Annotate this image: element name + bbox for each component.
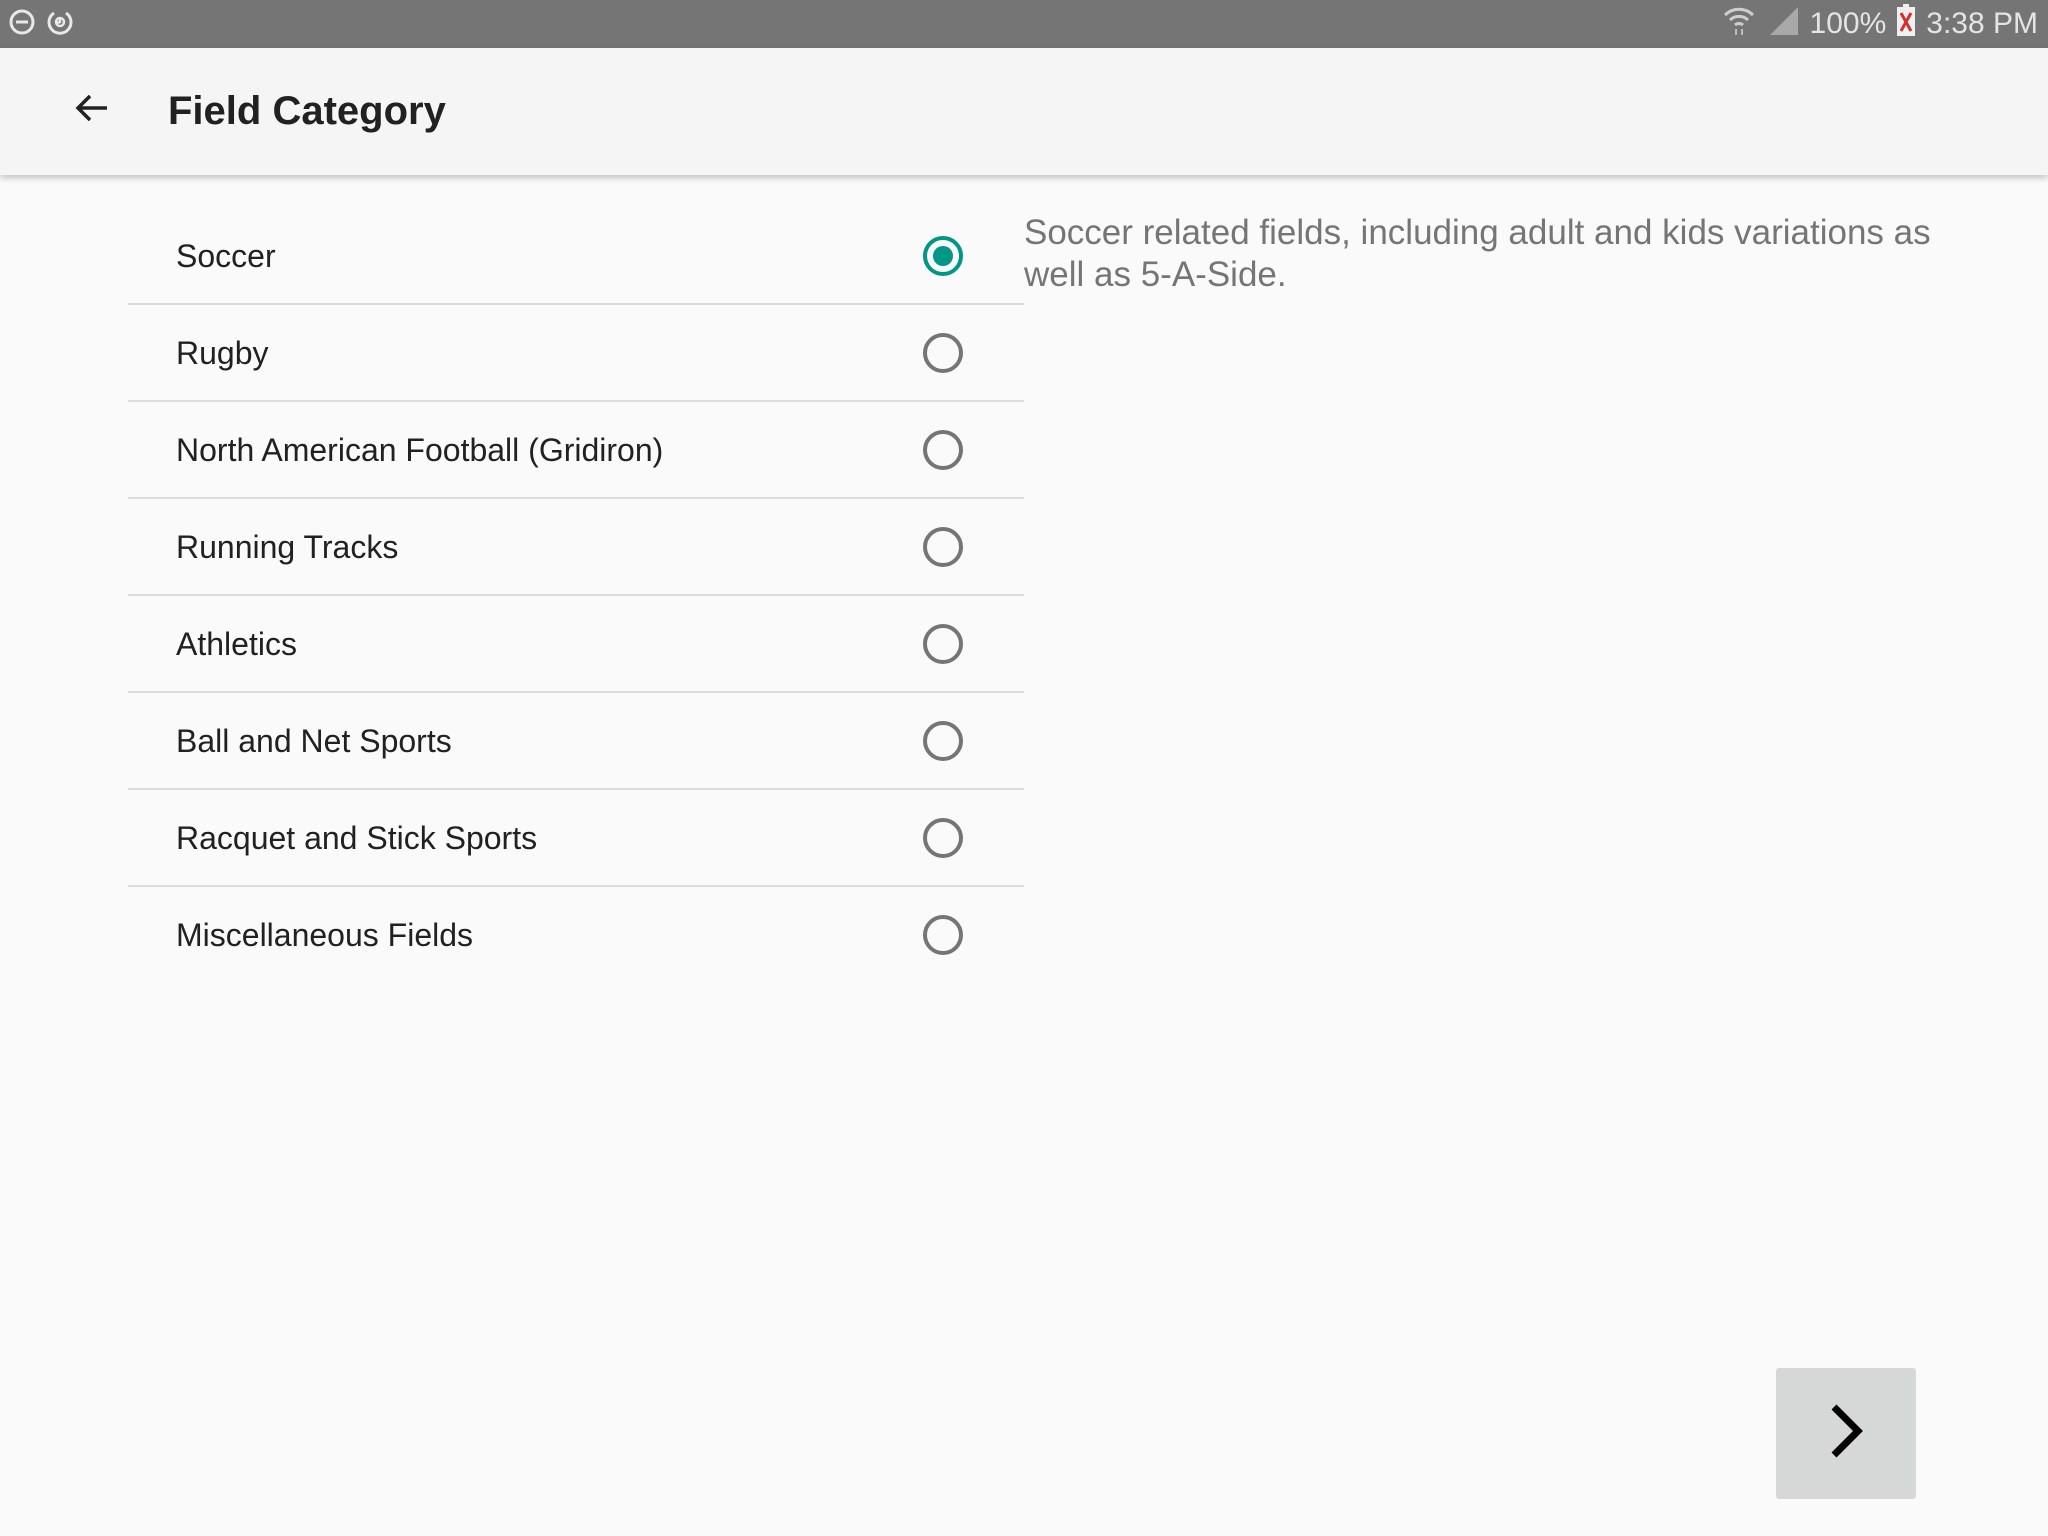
clock: 3:38 PM — [1926, 7, 2038, 40]
radio-button[interactable] — [923, 915, 963, 955]
category-label: Racquet and Stick Sports — [176, 820, 538, 856]
radio-button[interactable] — [923, 624, 963, 664]
category-label: North American Football (Gridiron) — [176, 432, 664, 468]
back-button[interactable] — [60, 78, 124, 142]
arrow-back-icon — [74, 90, 110, 131]
status-bar-left-icons — [8, 8, 74, 41]
do-not-disturb-icon — [8, 8, 36, 41]
status-bar: 100% 3:38 PM — [0, 0, 2048, 48]
category-item-running-tracks[interactable]: Running Tracks — [128, 499, 1024, 596]
status-bar-right: 100% 3:38 PM — [1722, 0, 2038, 48]
category-item-soccer[interactable]: Soccer — [128, 208, 1024, 305]
cellular-signal-icon — [1766, 3, 1800, 45]
category-item-north-american-football[interactable]: North American Football (Gridiron) — [128, 402, 1024, 499]
category-description: Soccer related fields, including adult a… — [1024, 213, 1931, 294]
category-item-rugby[interactable]: Rugby — [128, 305, 1024, 402]
battery-percent: 100% — [1809, 7, 1887, 40]
sync-icon — [46, 8, 74, 41]
category-list: Soccer Rugby North American Football (Gr… — [128, 208, 1024, 984]
category-item-racquet-and-stick-sports[interactable]: Racquet and Stick Sports — [128, 790, 1024, 887]
category-label: Athletics — [176, 626, 297, 662]
page-title: Field Category — [168, 89, 446, 133]
radio-button[interactable] — [923, 527, 963, 567]
category-label: Soccer — [176, 238, 276, 274]
battery-charging-error-icon — [1896, 3, 1916, 45]
radio-button-selected[interactable] — [923, 236, 963, 276]
app-toolbar: Field Category — [0, 48, 2048, 175]
chevron-right-icon — [1826, 1403, 1866, 1464]
next-button[interactable] — [1776, 1368, 1916, 1499]
category-item-ball-and-net-sports[interactable]: Ball and Net Sports — [128, 693, 1024, 790]
category-label: Running Tracks — [176, 529, 399, 565]
radio-button[interactable] — [923, 333, 963, 373]
category-label: Miscellaneous Fields — [176, 917, 474, 953]
category-label: Rugby — [176, 335, 269, 371]
category-item-athletics[interactable]: Athletics — [128, 596, 1024, 693]
category-item-miscellaneous-fields[interactable]: Miscellaneous Fields — [128, 887, 1024, 984]
category-label: Ball and Net Sports — [176, 723, 452, 759]
radio-button[interactable] — [923, 430, 963, 470]
radio-button[interactable] — [923, 818, 963, 858]
wifi-icon — [1722, 3, 1756, 45]
radio-button[interactable] — [923, 721, 963, 761]
